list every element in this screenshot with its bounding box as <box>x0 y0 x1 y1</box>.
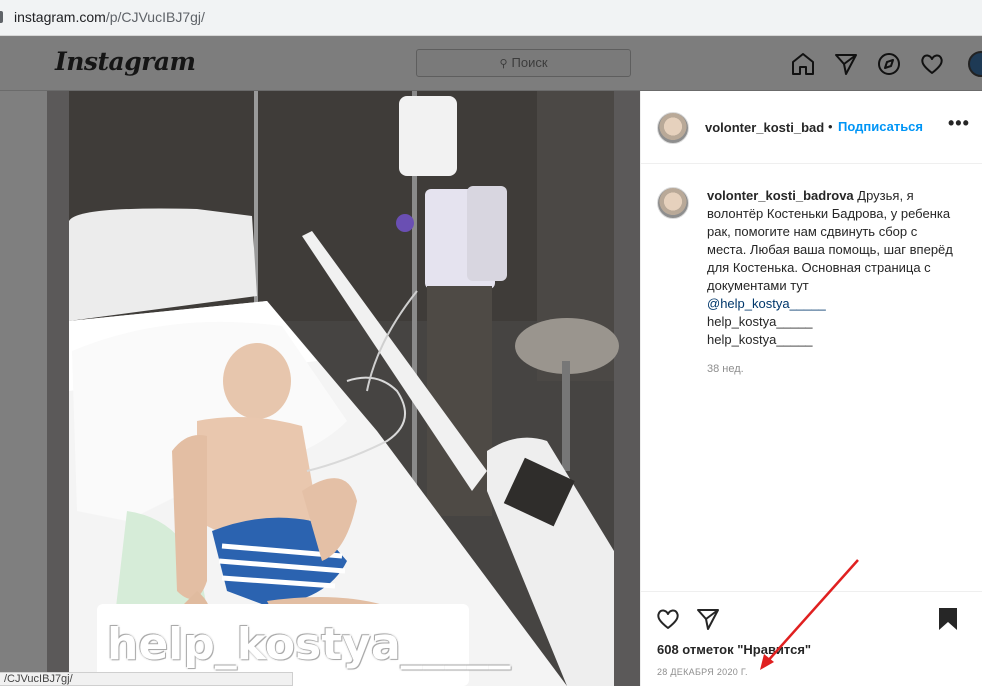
search-icon: ⚲ <box>499 58 508 70</box>
author-avatar[interactable] <box>657 112 689 144</box>
author-username[interactable]: volonter_kosti_bad <box>705 120 824 135</box>
caption-author-avatar[interactable] <box>657 187 689 219</box>
like-heart-icon[interactable] <box>655 606 681 632</box>
home-icon[interactable] <box>790 51 816 77</box>
direct-icon[interactable] <box>833 51 859 77</box>
post-photo[interactable]: help_kostya_____ <box>47 91 640 686</box>
separator-dot: • <box>828 119 833 134</box>
overlay-text: help_kostya_____ <box>107 619 511 670</box>
hospital-photo-illustration <box>47 91 640 686</box>
post-caption: volonter_kosti_badrova Друзья, я волонтё… <box>707 187 957 349</box>
nav-icon-group <box>790 51 945 77</box>
caption-age: 38 нед. <box>707 363 744 375</box>
likes-count[interactable]: 608 отметок "Нравится" <box>657 642 811 657</box>
caption-text: Друзья, я волонтёр Костеньки Бадрова, у … <box>707 188 953 293</box>
lock-icon <box>0 11 3 23</box>
search-input[interactable]: ⚲ Поиск <box>416 49 631 77</box>
follow-button[interactable]: Подписаться <box>838 119 923 134</box>
caption-line: help_kostya_____ <box>707 314 813 329</box>
bookmark-icon[interactable] <box>935 606 961 632</box>
caption-username[interactable]: volonter_kosti_badrova <box>707 188 854 203</box>
explore-icon[interactable] <box>876 51 902 77</box>
caption-mention-link[interactable]: @help_kostya_____ <box>707 295 957 313</box>
profile-avatar[interactable] <box>968 51 982 77</box>
status-link-preview: /CJVucIBJ7gj/ <box>0 672 293 686</box>
post-details-panel: volonter_kosti_bad • Подписаться ••• vol… <box>640 91 982 686</box>
address-url[interactable]: instagram.com/p/CJVucIBJ7gj/ <box>14 9 205 25</box>
share-icon[interactable] <box>695 606 721 632</box>
search-placeholder: Поиск <box>511 55 548 70</box>
post-actions: 608 отметок "Нравится" 28 ДЕКАБРЯ 2020 Г… <box>641 591 982 686</box>
instagram-top-nav: Instagram ⚲ Поиск <box>0 37 982 91</box>
caption-line: help_kostya_____ <box>707 332 813 347</box>
activity-heart-icon[interactable] <box>919 51 945 77</box>
more-options-icon[interactable]: ••• <box>948 113 970 134</box>
instagram-logo[interactable]: Instagram <box>55 47 196 76</box>
post-header: volonter_kosti_bad • Подписаться ••• <box>641 91 982 164</box>
browser-address-bar[interactable]: instagram.com/p/CJVucIBJ7gj/ <box>0 0 982 36</box>
post-date[interactable]: 28 ДЕКАБРЯ 2020 Г. <box>657 667 748 677</box>
